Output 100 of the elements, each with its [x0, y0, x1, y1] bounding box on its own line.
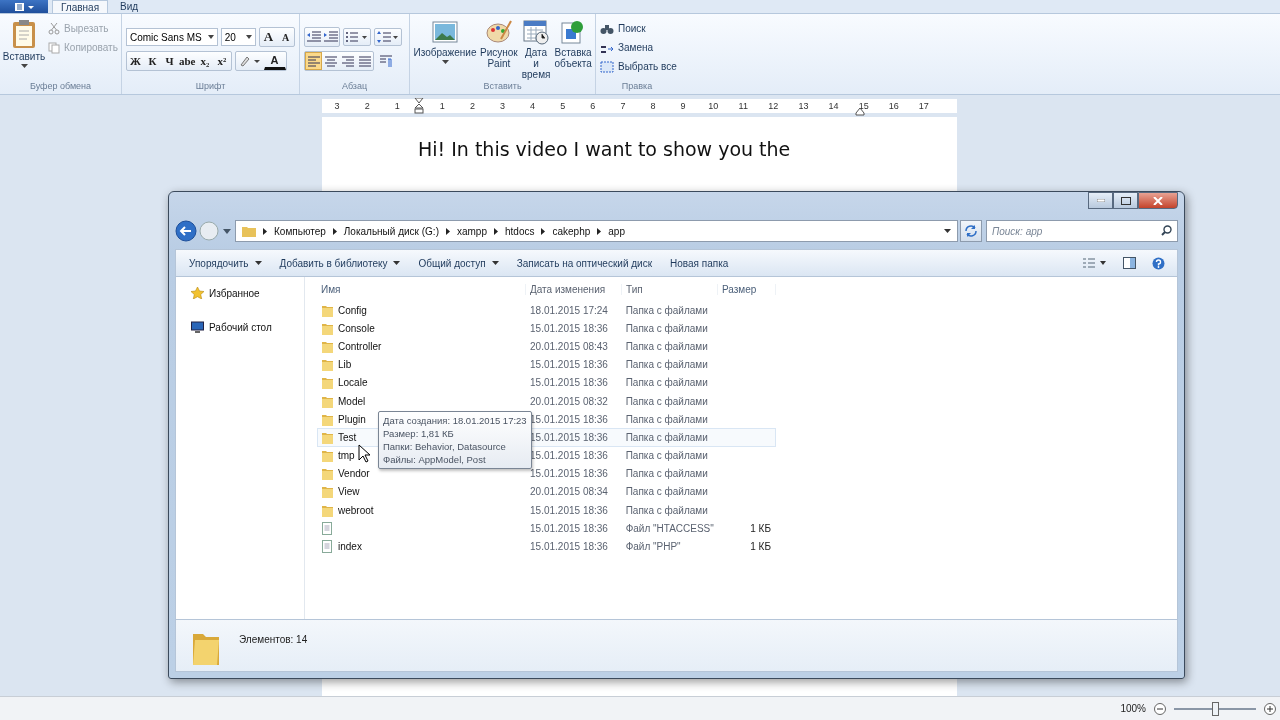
zoom-slider-thumb[interactable] [1212, 701, 1219, 716]
insert-button[interactable]: Изображение [414, 17, 476, 80]
command-button[interactable]: Упорядочить [182, 254, 269, 272]
edit-button[interactable]: Замена [600, 40, 677, 55]
chevron-icon[interactable] [493, 227, 499, 235]
chevron-icon[interactable] [596, 227, 603, 235]
type-cell: Папка с файлами [625, 377, 708, 389]
paragraph-button[interactable] [377, 52, 394, 70]
indent-marker-icon[interactable] [414, 98, 425, 114]
align-button[interactable] [305, 52, 322, 70]
ruler-number: 6 [589, 101, 597, 111]
insert-button[interactable]: Рисунок Paint [480, 17, 518, 80]
list-button[interactable] [343, 28, 371, 46]
line-spacing-button[interactable] [374, 28, 402, 46]
ribbon-tab[interactable]: Главная [52, 0, 109, 13]
command-button[interactable]: Общий доступ [411, 254, 506, 272]
scissors-icon [48, 22, 60, 35]
file-name[interactable]: Lib [338, 359, 352, 371]
format-button[interactable]: x² [213, 52, 231, 70]
format-button[interactable]: x₂ [196, 52, 214, 70]
column-header[interactable]: Дата изменения [526, 283, 622, 295]
font-family-field[interactable]: Comic Sans MS [126, 28, 218, 46]
grow-font-button[interactable]: A [260, 28, 277, 46]
maximize-button[interactable] [1113, 192, 1138, 209]
command-button[interactable]: Добавить в библиотеку [272, 254, 408, 272]
refresh-button[interactable] [960, 220, 982, 242]
chevron-icon[interactable] [444, 227, 451, 235]
address-bar[interactable]: Компьютер Локальный диск (G:) xampp htdocs cakephp app [235, 220, 958, 242]
type-cell: Папка с файлами [625, 504, 708, 516]
forward-circle-icon [199, 221, 219, 241]
chevron-icon[interactable] [262, 227, 268, 235]
file-name[interactable]: Plugin [338, 413, 366, 425]
column-header[interactable]: Имя [317, 283, 526, 295]
search-field[interactable]: Поиск: app [986, 220, 1178, 242]
file-name[interactable]: Config [338, 304, 367, 316]
nav-item[interactable]: Избранное [176, 285, 304, 301]
chevron-icon[interactable] [331, 227, 338, 235]
file-name[interactable]: webroot [338, 504, 374, 516]
font-size-field[interactable]: 20 [220, 28, 256, 46]
chevron-icon[interactable] [540, 227, 547, 235]
date-cell: 15.01.2015 18:36 [530, 431, 608, 443]
app-menu-button[interactable] [0, 0, 48, 13]
ribbon-tab[interactable]: Вид [112, 0, 147, 13]
nav-item[interactable]: Рабочий стол [176, 319, 304, 335]
file-name[interactable]: index [338, 541, 362, 553]
folder-icon [322, 412, 333, 426]
type-cell: Файл "HTACCESS" [625, 522, 714, 534]
ruler-number: 15 [857, 101, 870, 111]
breadcrumb[interactable]: Локальный диск (G:) [343, 225, 439, 237]
command-button[interactable]: Записать на оптический диск [509, 254, 660, 272]
edit-button[interactable]: Поиск [600, 21, 677, 36]
folder-icon [322, 339, 333, 353]
breadcrumb[interactable]: Компьютер [274, 225, 326, 237]
format-button[interactable]: abe [178, 52, 197, 70]
breadcrumb[interactable]: htdocs [505, 225, 535, 237]
paragraph-icon [379, 55, 392, 67]
edit-button[interactable]: Выбрать все [600, 59, 677, 74]
minimize-button[interactable] [1088, 192, 1113, 209]
paste-button[interactable]: Вставить [4, 17, 44, 80]
breadcrumb[interactable]: xampp [456, 225, 487, 237]
date-cell: 15.01.2015 18:36 [530, 413, 608, 425]
command-button[interactable]: Новая папка [663, 254, 736, 272]
bullet-list-icon [346, 31, 368, 43]
file-name[interactable]: Test [338, 431, 357, 443]
insert-button[interactable]: Дата и время [521, 17, 551, 80]
format-button[interactable]: Ж [127, 52, 144, 70]
column-header[interactable]: Тип [622, 283, 718, 295]
back-button[interactable] [175, 220, 197, 242]
file-name[interactable]: Console [338, 322, 375, 334]
caret-icon[interactable] [246, 35, 252, 39]
size-cell: 1 КБ [750, 541, 771, 553]
file-name[interactable]: Vendor [338, 468, 370, 480]
font-color-button[interactable]: A [263, 52, 286, 70]
help-icon [1152, 256, 1165, 270]
format-button[interactable]: К [144, 52, 161, 70]
caret-icon[interactable] [944, 229, 951, 233]
caret-icon[interactable] [207, 35, 214, 39]
zoom-out-button[interactable] [1154, 702, 1166, 715]
folder-icon [322, 321, 333, 335]
shrink-font-button[interactable]: A [277, 28, 294, 46]
insert-button[interactable]: Вставка объекта [554, 17, 592, 80]
breadcrumb[interactable]: app [608, 225, 625, 237]
search-icon [1161, 225, 1172, 236]
recent-pages-icon[interactable] [223, 228, 231, 234]
type-cell: Папка с файлами [625, 304, 708, 316]
file-name[interactable]: Controller [338, 340, 382, 352]
zoom-in-button[interactable] [1264, 702, 1276, 715]
file-name[interactable]: Locale [338, 377, 368, 389]
file-name[interactable]: Model [338, 395, 366, 407]
column-header[interactable]: Размер [718, 283, 776, 295]
minus-icon [1154, 702, 1166, 715]
breadcrumb[interactable]: cakephp [552, 225, 591, 237]
ruler-number: 8 [649, 101, 657, 111]
file-name[interactable]: View [338, 486, 360, 498]
ruler-number: 11 [737, 101, 749, 111]
file-name[interactable]: tmp [338, 450, 355, 462]
ruler-number: 1 [393, 101, 401, 111]
monitor-icon [191, 321, 204, 333]
close-button[interactable] [1138, 192, 1178, 209]
format-button[interactable]: Ч [161, 52, 178, 70]
